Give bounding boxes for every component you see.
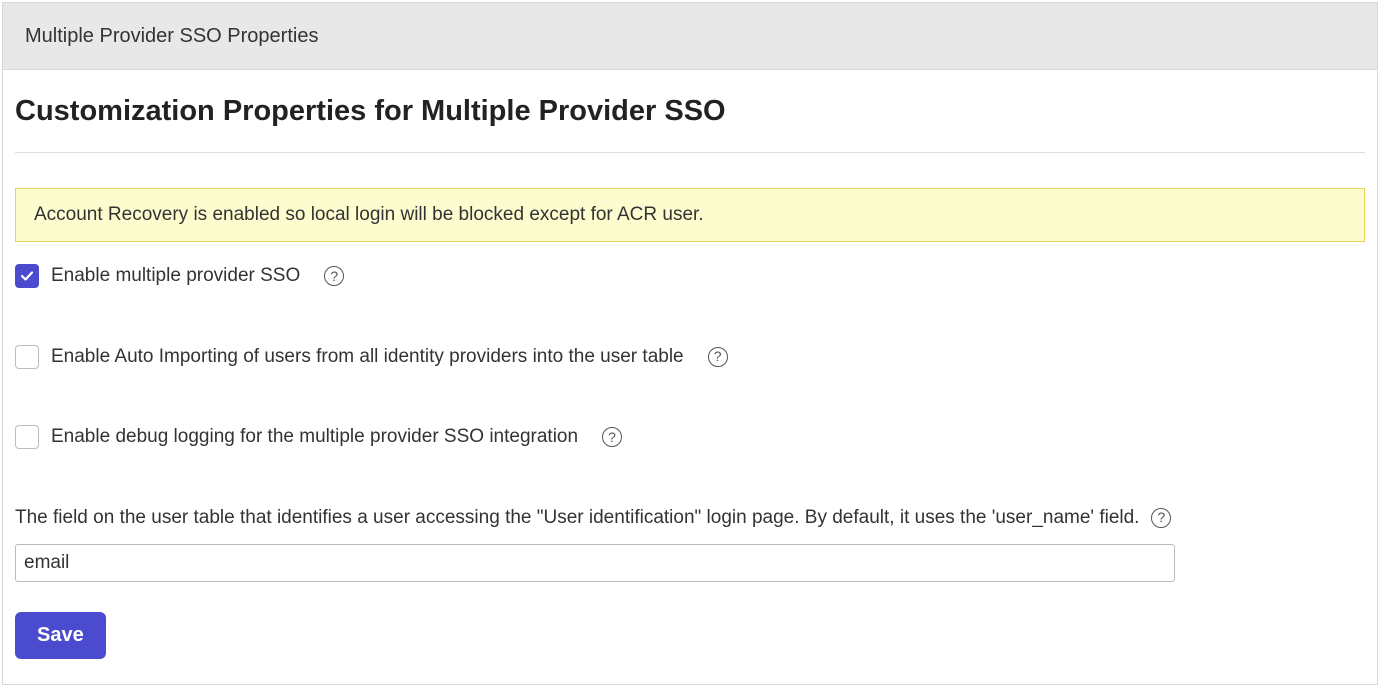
enable-sso-row: Enable multiple provider SSO ? [15,262,1365,291]
panel-header-title: Multiple Provider SSO Properties [25,25,318,47]
user-field-label-row: The field on the user table that identif… [15,504,1365,533]
save-button[interactable]: Save [15,612,106,659]
user-field-input[interactable] [15,544,1175,582]
panel-header: Multiple Provider SSO Properties [3,3,1377,70]
panel-body: Customization Properties for Multiple Pr… [3,70,1377,674]
debug-logging-checkbox[interactable] [15,425,39,449]
divider [15,152,1365,153]
help-icon[interactable]: ? [1151,508,1171,528]
checkmark-icon [20,269,34,283]
debug-logging-label: Enable debug logging for the multiple pr… [51,423,578,452]
auto-import-checkbox[interactable] [15,345,39,369]
enable-sso-label: Enable multiple provider SSO [51,262,300,291]
properties-panel: Multiple Provider SSO Properties Customi… [2,2,1378,685]
help-icon[interactable]: ? [708,347,728,367]
page-title: Customization Properties for Multiple Pr… [15,90,1365,134]
notice-text: Account Recovery is enabled so local log… [34,204,704,225]
account-recovery-notice: Account Recovery is enabled so local log… [15,188,1365,243]
help-icon[interactable]: ? [602,427,622,447]
user-field-label: The field on the user table that identif… [15,504,1139,533]
auto-import-label: Enable Auto Importing of users from all … [51,343,684,372]
auto-import-row: Enable Auto Importing of users from all … [15,343,1365,372]
enable-sso-checkbox[interactable] [15,264,39,288]
debug-logging-row: Enable debug logging for the multiple pr… [15,423,1365,452]
help-icon[interactable]: ? [324,266,344,286]
